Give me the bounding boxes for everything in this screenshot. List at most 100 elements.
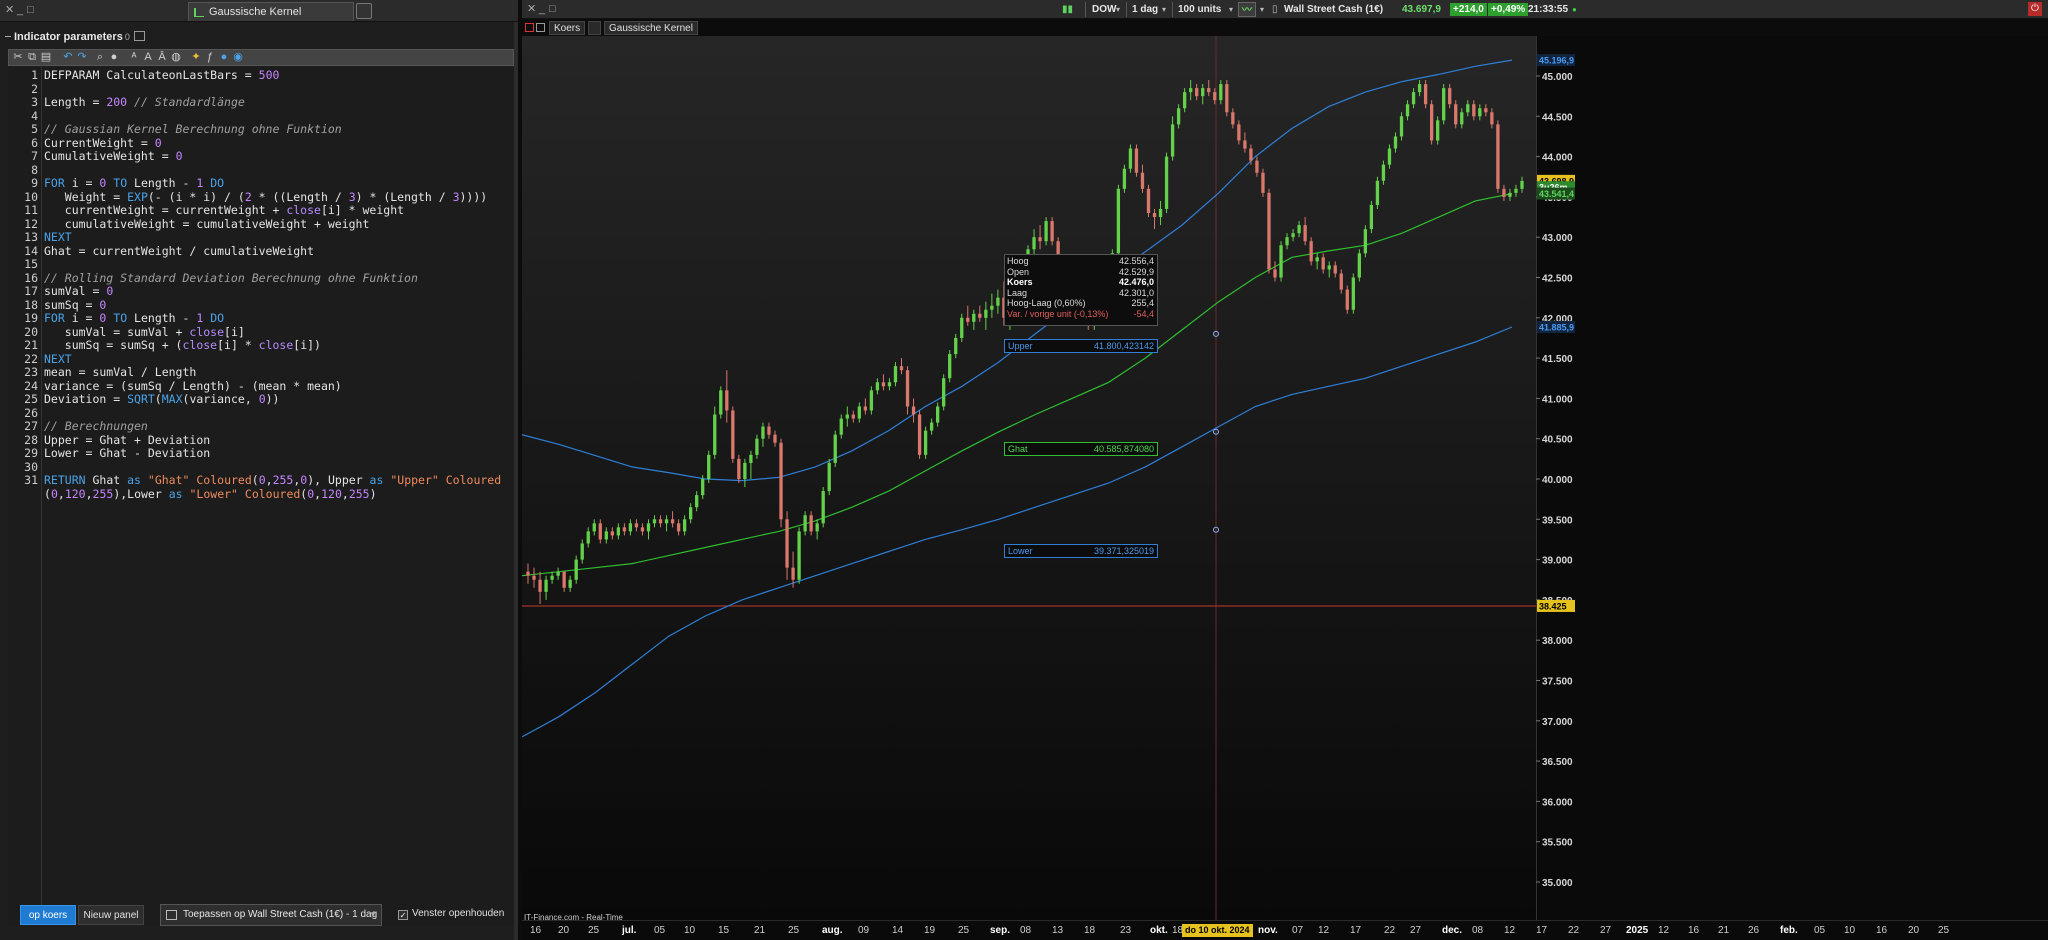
candle-body xyxy=(592,523,596,532)
detach-tab-button[interactable] xyxy=(356,3,372,19)
date-tick-label: 17 xyxy=(1536,925,1548,936)
maximize-chart-window-icon[interactable]: □ xyxy=(549,3,556,15)
tooltip-key: Koers xyxy=(1007,277,1033,287)
code-line[interactable]: // Berechnungen xyxy=(44,419,148,434)
code-line[interactable]: Lower = Ghat - Deviation xyxy=(44,446,210,461)
collapse-icon[interactable] xyxy=(5,36,11,37)
code-token: , xyxy=(85,486,93,501)
remove-panel-icon[interactable] xyxy=(525,23,534,32)
cut-icon[interactable]: ✂ xyxy=(11,51,25,64)
close-icon[interactable]: ⏻ xyxy=(2028,2,2042,16)
nieuw-panel-button[interactable]: Nieuw panel xyxy=(78,905,144,925)
code-line[interactable]: Deviation = SQRT(MAX(variance, 0)) xyxy=(44,392,279,407)
text-format-icon[interactable]: Ā xyxy=(155,51,169,64)
code-line[interactable]: // Rolling Standard Deviation Berechnung… xyxy=(44,271,418,286)
code-line[interactable]: sumVal = sumVal + close[i] xyxy=(44,324,245,340)
minimize-chart-window-icon[interactable]: _ xyxy=(539,3,545,15)
panel-settings-icon[interactable] xyxy=(536,23,545,32)
code-token: as xyxy=(369,473,384,487)
code-line[interactable]: (0,120,255),Lower as "Lower" Coloured(0,… xyxy=(44,486,377,502)
minimize-window-icon[interactable]: _ xyxy=(17,4,23,16)
code-line[interactable]: // Gaussian Kernel Berechnung ohne Funkt… xyxy=(44,122,342,137)
op-koers-button[interactable]: op koers xyxy=(20,905,76,925)
search-icon[interactable]: ⌕ xyxy=(93,51,107,64)
close-window-icon[interactable]: ✕ xyxy=(5,4,14,16)
line-number: 11 xyxy=(24,203,38,217)
code-line[interactable]: FOR i = 0 TO Length - 1 DO xyxy=(44,176,224,191)
candle-body xyxy=(948,354,952,379)
date-axis[interactable]: 16 20 25 jul. 05 10 15 21 25 aug. 09 14 19 25 sep. 08 13… xyxy=(522,920,2048,940)
code-line[interactable]: sumSq = 0 xyxy=(44,298,106,313)
code-line[interactable]: CumulativeWeight = 0 xyxy=(44,149,183,164)
chevron-down-icon[interactable]: ▾ xyxy=(1260,2,1264,17)
line-number: 10 xyxy=(24,189,38,204)
code-line[interactable]: FOR i = 0 TO Length - 1 DO xyxy=(44,311,224,326)
candle-body xyxy=(1466,104,1470,113)
code-line[interactable]: CurrentWeight = 0 xyxy=(44,136,162,151)
price-chart[interactable] xyxy=(522,36,1536,920)
code-token: sumVal = sumVal + xyxy=(44,324,190,339)
line-number: 28 xyxy=(24,432,38,447)
date-tick-label: dec. xyxy=(1442,925,1463,936)
undo-icon[interactable]: ↶ xyxy=(61,51,75,64)
chevron-down-icon[interactable]: ▾ xyxy=(1116,2,1120,17)
settings-icon[interactable]: ◉ xyxy=(231,51,245,64)
candle-body xyxy=(1176,108,1181,125)
code-line[interactable]: NEXT xyxy=(44,230,72,245)
code-line[interactable]: Length = 200 // Standardlänge xyxy=(44,95,245,110)
redo-icon[interactable]: ↷ xyxy=(75,51,89,64)
font-increase-icon[interactable]: A xyxy=(141,51,155,64)
candle-body xyxy=(1038,237,1042,242)
candle-body xyxy=(707,454,711,479)
popout-icon[interactable] xyxy=(133,31,145,41)
indicator-menu-icon[interactable]: 〰 xyxy=(1238,2,1256,17)
replace-icon[interactable]: ● xyxy=(107,51,121,64)
editor-bottom-bar: op koers Nieuw panel Toepassen op Wall S… xyxy=(0,900,518,932)
code-line[interactable]: NEXT xyxy=(44,352,72,367)
function-icon[interactable]: ƒ xyxy=(203,51,217,64)
code-line[interactable]: RETURN Ghat as "Ghat" Coloured(0,255,0),… xyxy=(44,473,501,488)
chart-type-icon[interactable]: ▮▮ xyxy=(1062,2,1073,17)
gaussische-kernel-tag[interactable]: Gaussische Kernel xyxy=(604,21,698,35)
date-tick-label: 14 xyxy=(892,925,904,936)
color-picker-icon[interactable]: ◍ xyxy=(169,51,183,64)
code-line[interactable]: sumVal = 0 xyxy=(44,284,113,299)
code-line[interactable]: sumSq = sumSq + (close[i] * close[i]) xyxy=(44,338,321,353)
candle-body xyxy=(779,442,783,520)
lightbulb-icon[interactable]: ✦ xyxy=(189,51,203,64)
code-line[interactable]: Upper = Ghat + Deviation xyxy=(44,433,210,448)
code-editor[interactable]: 1 2 3 4 5 6 7 8 9 10 11 12 13 14 15 16 17 18 19 20 21 22 23 24 2… xyxy=(8,67,514,925)
help-icon[interactable]: ● xyxy=(217,51,231,64)
paste-icon[interactable]: ▤ xyxy=(39,51,53,64)
code-line[interactable]: cumulativeWeight = cumulativeWeight + we… xyxy=(44,217,370,232)
apply-to-select[interactable]: Toepassen op Wall Street Cash (1€) - 1 d… xyxy=(160,904,382,926)
symbol-selector[interactable]: DOW xyxy=(1092,2,1116,17)
font-decrease-icon[interactable]: ᴬ xyxy=(127,51,141,64)
code-token: ( xyxy=(154,392,162,406)
candle-body xyxy=(1460,112,1464,125)
code-line[interactable]: variance = (sumSq / Length) - (mean * me… xyxy=(44,379,342,394)
code-line[interactable]: currentWeight = currentWeight + close[i]… xyxy=(44,203,404,218)
code-line[interactable]: Weight = EXP(- (i * i) / (2 * ((Length /… xyxy=(44,190,487,205)
code-line[interactable]: mean = sumVal / Length xyxy=(44,365,196,380)
code-line[interactable]: Ghat = currentWeight / cumulativeWeight xyxy=(44,244,314,259)
copy-icon[interactable]: ⧉ xyxy=(25,51,39,64)
candle-body xyxy=(1429,104,1434,141)
link-icon[interactable]: ▯ xyxy=(1272,2,1278,17)
chevron-down-icon[interactable]: ▾ xyxy=(1162,2,1166,17)
candle-body xyxy=(737,458,741,479)
maximize-window-icon[interactable]: □ xyxy=(27,4,34,16)
chevron-down-icon[interactable]: ▾ xyxy=(1229,2,1233,17)
series-options-icon[interactable] xyxy=(588,21,601,35)
last-price: 43.697,9 xyxy=(1402,4,1441,15)
koers-series-tag[interactable]: Koers xyxy=(549,21,586,35)
close-chart-window-icon[interactable]: ✕ xyxy=(527,3,536,15)
tab-gaussische-kernel[interactable]: Gaussische Kernel xyxy=(188,2,354,21)
venster-openhouden-checkbox[interactable]: ✓ xyxy=(398,910,408,920)
price-tick-label: 45.000 xyxy=(1542,72,1573,83)
period-selector[interactable]: 1 dag xyxy=(1132,2,1158,17)
units-selector[interactable]: 100 units xyxy=(1178,2,1221,17)
price-axis[interactable]: 45.00044.50044.00043.50043.00042.50042.0… xyxy=(1536,36,2048,920)
candle-body xyxy=(1237,124,1241,141)
code-line[interactable]: DEFPARAM CalculateonLastBars = 500 xyxy=(44,68,279,83)
